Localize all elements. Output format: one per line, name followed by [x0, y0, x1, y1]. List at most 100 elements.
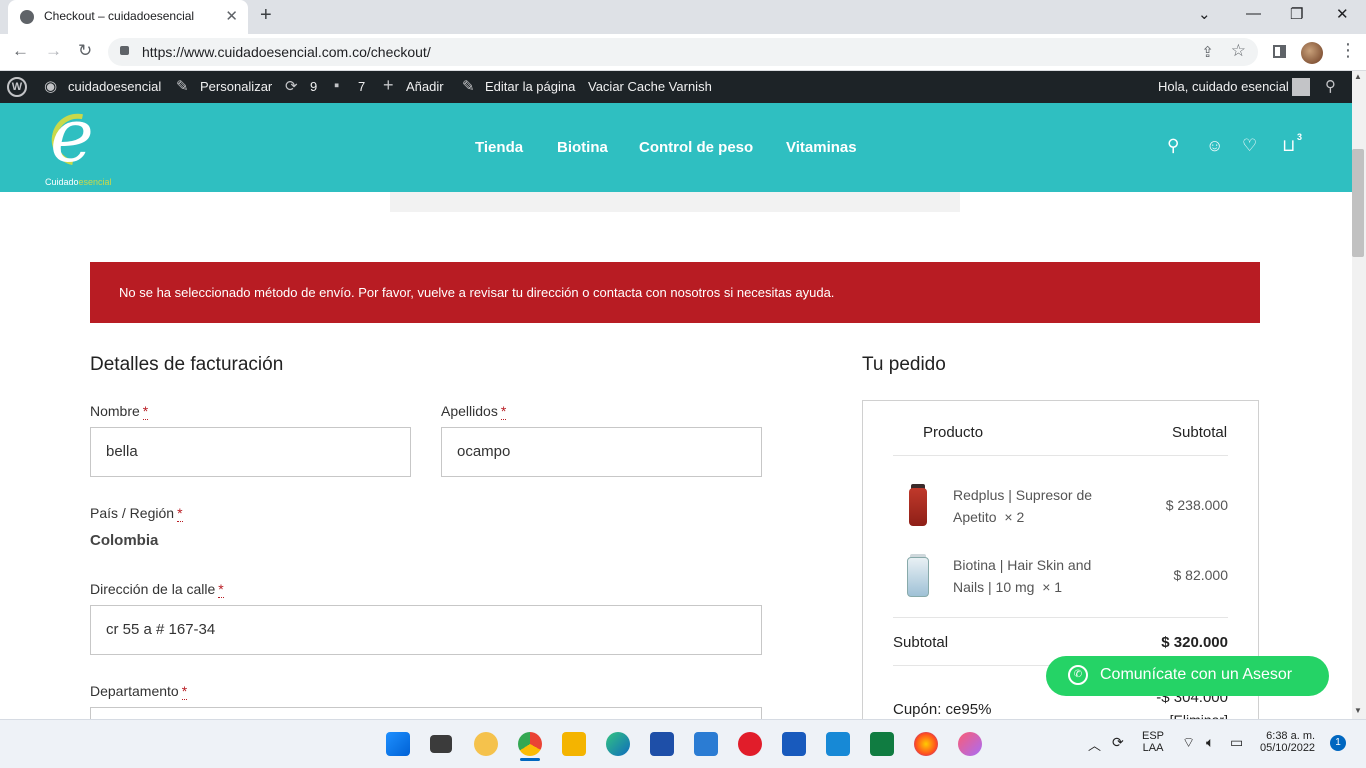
last-name-input[interactable]: ocampo — [441, 427, 762, 477]
admin-search-icon[interactable]: ⚲ — [1325, 77, 1336, 95]
street-label-text: Dirección de la calle — [90, 581, 216, 597]
logo-wordmark: Cuidadoesencial — [45, 177, 112, 187]
menu-vitaminas[interactable]: Vitaminas — [786, 139, 857, 156]
edit-page-link[interactable]: Editar la página — [485, 79, 575, 94]
item-name-line2: Apetito — [953, 509, 997, 525]
mail-icon[interactable] — [694, 732, 718, 756]
new-tab-icon[interactable]: + — [260, 4, 272, 27]
battery-icon[interactable]: ▭ — [1230, 734, 1243, 751]
logo-text-b: esencial — [78, 177, 112, 187]
launcher-icon[interactable] — [826, 732, 850, 756]
required-mark: * — [500, 403, 507, 420]
close-window-icon[interactable]: ✕ — [1336, 5, 1349, 23]
add-new-link[interactable]: Añadir — [406, 79, 444, 94]
scroll-up-arrow[interactable]: ▲ — [1354, 72, 1362, 81]
divider — [893, 455, 1228, 456]
item-name-line1: Redplus | Supresor de — [953, 487, 1093, 503]
whatsapp-contact-button[interactable]: ✆ Comunícate con un Asesor — [1046, 656, 1329, 696]
restore-icon[interactable]: ❐ — [1290, 5, 1303, 23]
whatsapp-label: Comunícate con un Asesor — [1100, 666, 1293, 683]
first-name-input[interactable]: bella — [90, 427, 411, 477]
item-qty: × 2 — [1004, 509, 1025, 525]
store-icon[interactable] — [650, 732, 674, 756]
required-mark: * — [177, 505, 183, 522]
subtotal-label: Subtotal — [893, 634, 949, 651]
browser-menu-icon[interactable]: ⋮ — [1339, 40, 1357, 61]
browser-tab-bar: Checkout – cuidadoesencial ✕ + ⌄ — ❐ ✕ — [0, 0, 1366, 34]
word-icon[interactable] — [782, 732, 806, 756]
scrollbar-thumb[interactable] — [1352, 149, 1364, 257]
bookmark-star-icon[interactable]: ☆ — [1231, 41, 1246, 61]
menu-tienda[interactable]: Tienda — [475, 139, 523, 156]
url-text[interactable]: https://www.cuidadoesencial.com.co/check… — [142, 44, 431, 60]
menu-biotina[interactable]: Biotina — [557, 139, 608, 156]
comments-count[interactable]: 7 — [358, 79, 365, 94]
required-mark: * — [181, 683, 188, 700]
forward-icon[interactable]: → — [45, 41, 62, 61]
street-address-input[interactable]: cr 55 a # 167-34 — [90, 605, 762, 655]
file-explorer-icon[interactable] — [562, 732, 586, 756]
account-icon[interactable]: ☺ — [1206, 136, 1223, 156]
language-indicator[interactable]: ESP LAA — [1142, 730, 1164, 754]
wordpress-logo-icon[interactable]: W — [7, 77, 27, 97]
side-panel-icon[interactable] — [1273, 45, 1286, 58]
country-label: País / Región * — [90, 505, 183, 522]
admin-avatar[interactable] — [1292, 78, 1310, 96]
whatsapp-icon: ✆ — [1068, 665, 1088, 685]
address-toolbar: ← → ↻ https://www.cuidadoesencial.com.co… — [0, 34, 1366, 71]
clock-date: 05/10/2022 — [1260, 742, 1316, 754]
customize-link[interactable]: Personalizar — [200, 79, 272, 94]
first-name-value: bella — [106, 443, 138, 460]
itunes-icon[interactable] — [958, 732, 982, 756]
last-name-value: ocampo — [457, 443, 511, 460]
reload-icon[interactable]: ↻ — [78, 41, 92, 61]
scroll-down-arrow[interactable]: ▼ — [1354, 706, 1362, 715]
wishlist-heart-icon[interactable]: ♡ — [1242, 136, 1257, 156]
comments-icon: ▪ — [334, 77, 340, 94]
browser-tab[interactable]: Checkout – cuidadoesencial ✕ — [8, 0, 248, 34]
sync-icon[interactable]: ⟳ — [1112, 734, 1124, 751]
pencil-icon: ✎ — [462, 78, 475, 95]
volume-icon[interactable]: 🔈︎ — [1206, 734, 1214, 751]
lang-line2: LAA — [1142, 742, 1164, 754]
minimize-icon[interactable]: — — [1246, 5, 1261, 22]
admin-site-name[interactable]: cuidadoesencial — [68, 79, 161, 94]
globe-icon — [20, 10, 34, 24]
firefox-icon[interactable] — [914, 732, 938, 756]
url-bar[interactable]: https://www.cuidadoesencial.com.co/check… — [108, 38, 1258, 66]
site-logo[interactable]: e — [50, 99, 94, 173]
chrome-icon[interactable] — [518, 732, 542, 756]
lock-icon[interactable] — [120, 46, 129, 55]
task-view-icon[interactable] — [430, 735, 452, 753]
tray-chevron-icon[interactable]: ︿ — [1088, 735, 1101, 754]
required-mark: * — [218, 581, 224, 598]
state-select[interactable] — [90, 707, 762, 719]
col-subtotal: Subtotal — [1172, 424, 1228, 441]
close-tab-icon[interactable]: ✕ — [225, 7, 238, 25]
edge-icon[interactable] — [606, 732, 630, 756]
widgets-icon[interactable] — [474, 732, 498, 756]
wifi-icon[interactable]: ⌔ — [1182, 734, 1195, 752]
admin-greeting[interactable]: Hola, cuidado esencial — [1158, 79, 1289, 94]
menu-control-de-peso[interactable]: Control de peso — [639, 139, 753, 156]
order-item-name: Biotina | Hair Skin and Nails | 10 mg × 1 — [953, 554, 1128, 598]
updates-count[interactable]: 9 — [310, 79, 317, 94]
product-image-biotina — [907, 557, 929, 597]
start-icon[interactable] — [386, 732, 410, 756]
share-icon[interactable]: ⇪ — [1201, 43, 1214, 61]
clock[interactable]: 6:38 a. m. 05/10/2022 — [1260, 730, 1315, 754]
excel-icon[interactable] — [870, 732, 894, 756]
clock-time: 6:38 a. m. — [1266, 730, 1316, 742]
brush-icon: ✎ — [176, 78, 189, 95]
state-label-text: Departamento — [90, 683, 179, 699]
mega-icon[interactable] — [738, 732, 762, 756]
search-icon[interactable]: ⚲ — [1167, 136, 1179, 156]
cart-icon[interactable]: ⊔ — [1282, 136, 1295, 156]
subtotal-value: $ 320.000 — [1161, 634, 1228, 651]
notification-badge[interactable]: 1 — [1330, 735, 1346, 751]
purge-cache-link[interactable]: Vaciar Cache Varnish — [588, 79, 712, 94]
profile-avatar[interactable] — [1301, 42, 1323, 64]
billing-heading: Detalles de facturación — [90, 354, 284, 375]
tab-search-icon[interactable]: ⌄ — [1198, 5, 1211, 23]
back-icon[interactable]: ← — [12, 41, 29, 61]
